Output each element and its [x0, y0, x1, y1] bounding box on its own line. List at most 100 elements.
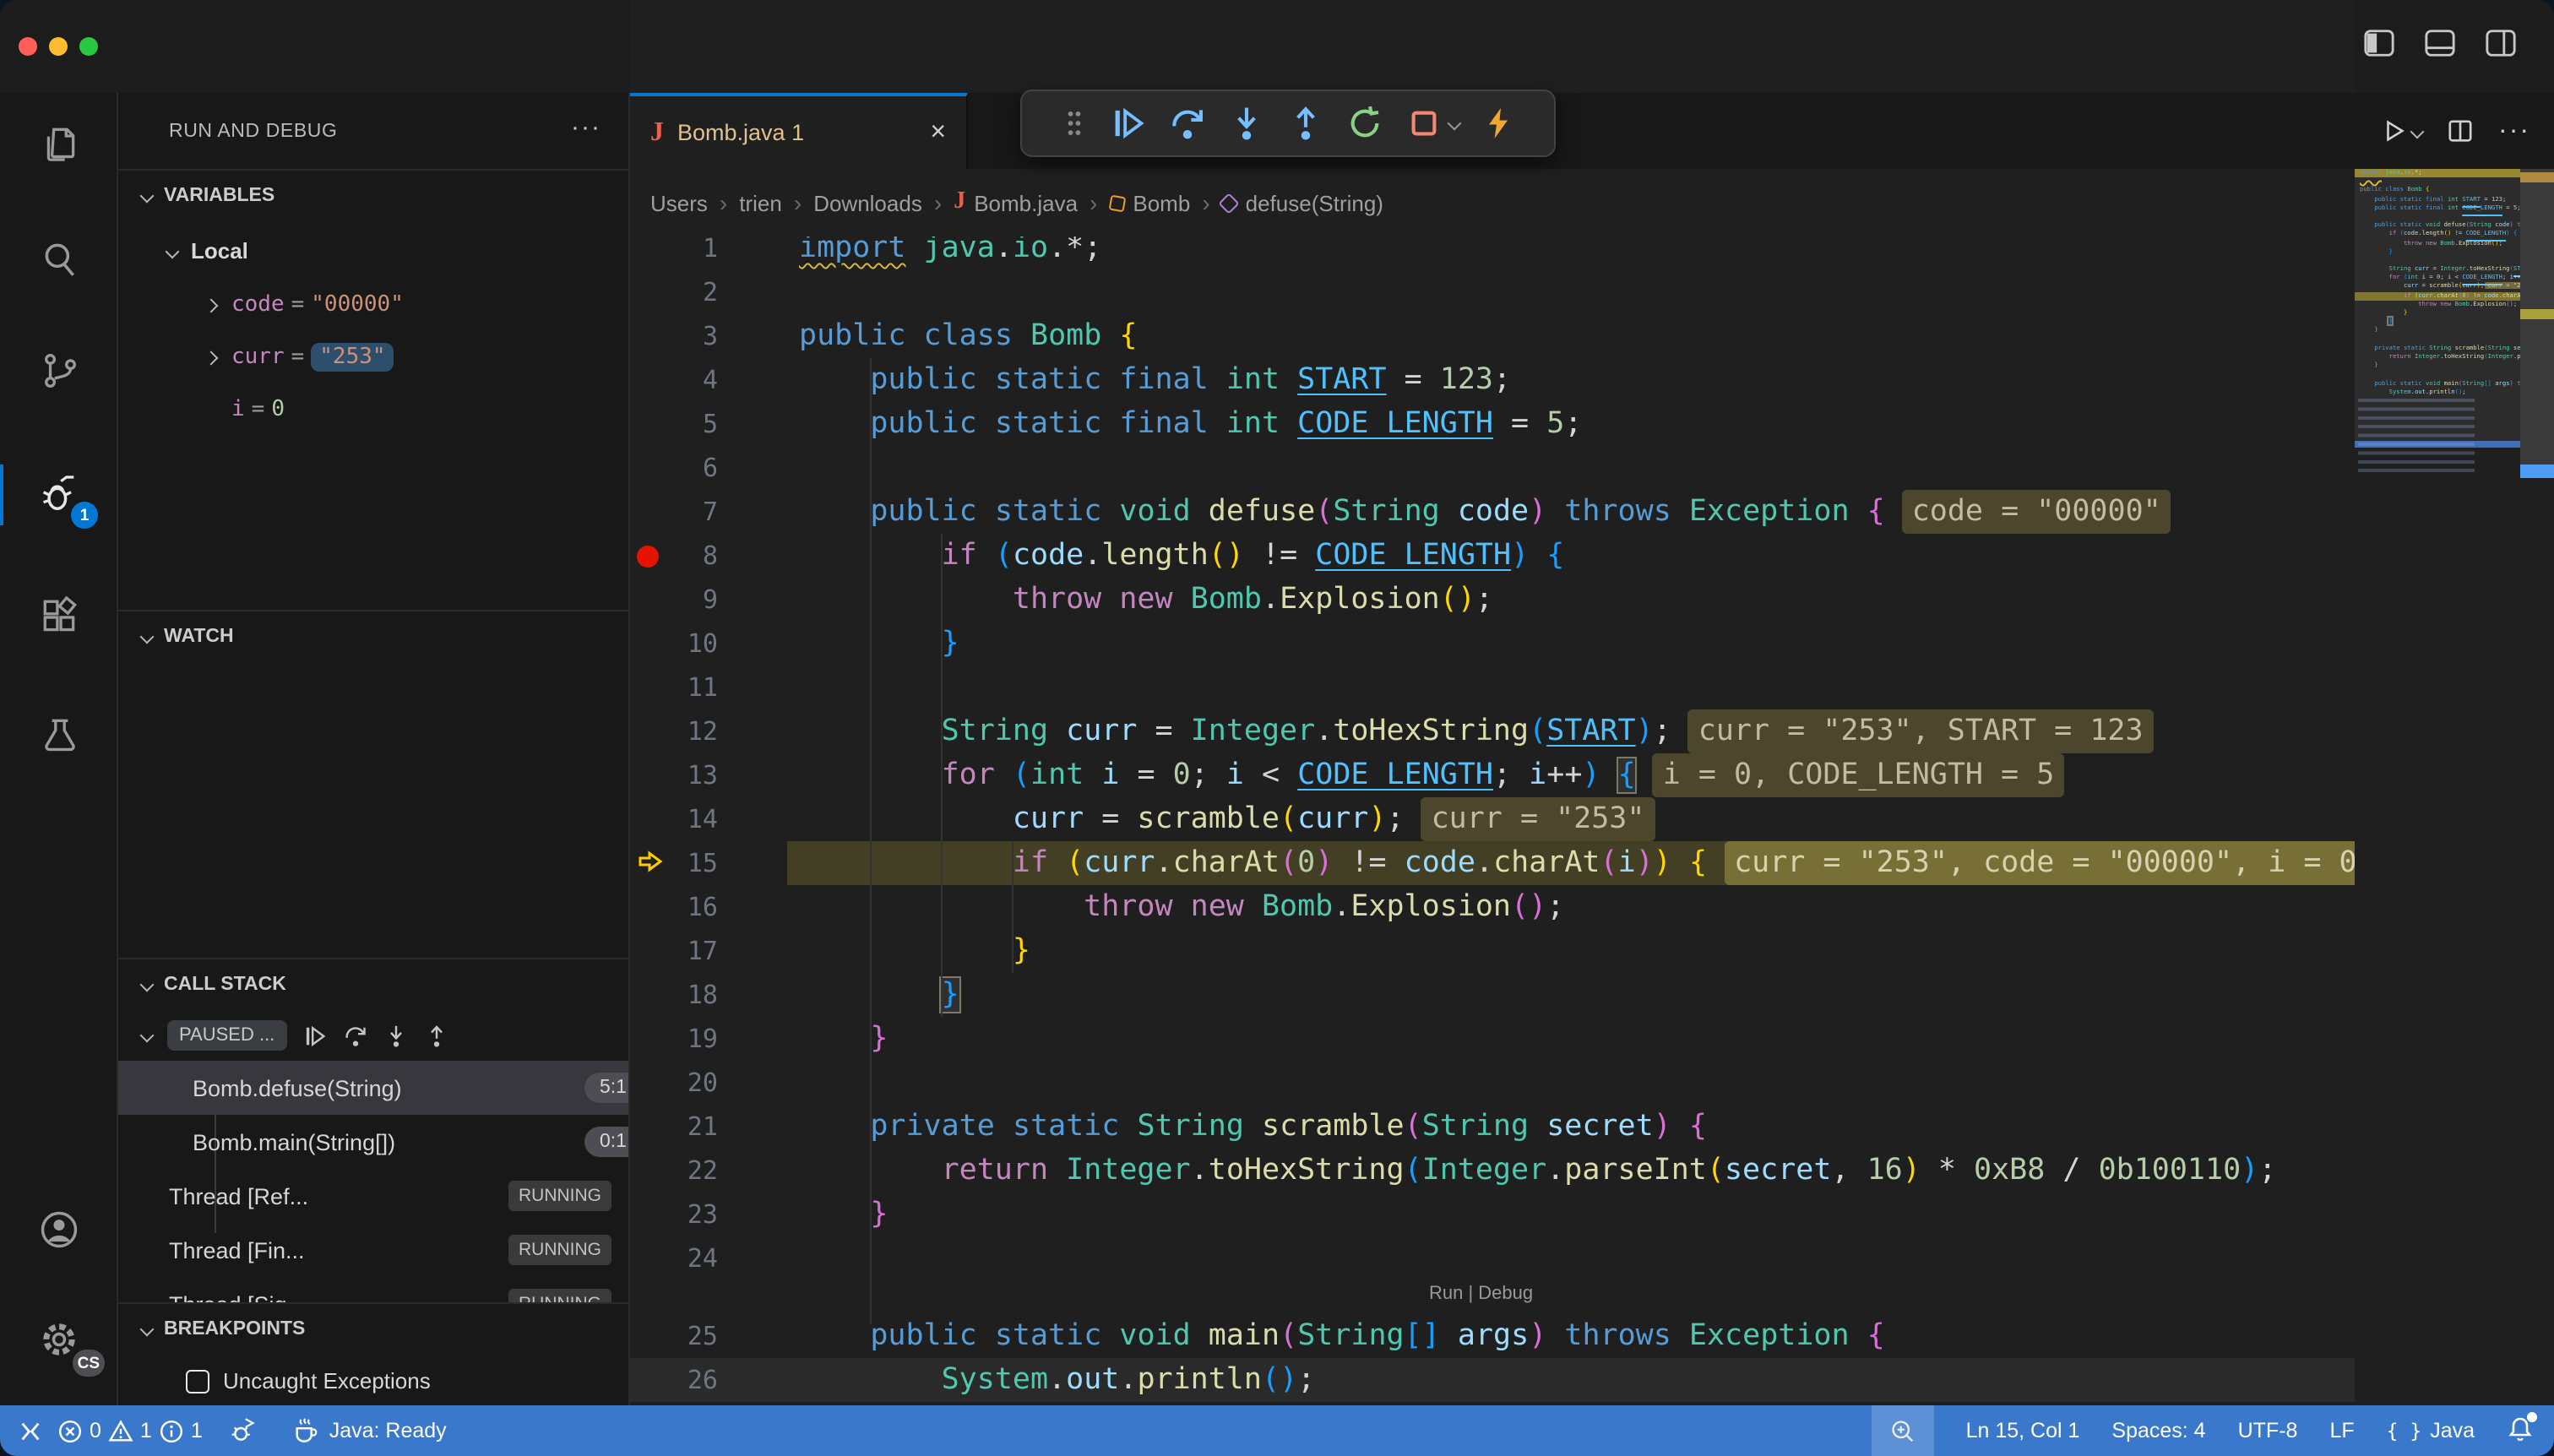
- continue-icon[interactable]: [302, 1023, 327, 1048]
- scrollbar-thumb[interactable]: [2520, 169, 2554, 473]
- code-line-5[interactable]: 5 public static final int CODE_LENGTH = …: [630, 402, 2355, 446]
- java-cup-icon: [292, 1417, 321, 1444]
- codelens-run-debug[interactable]: Run | Debug: [1429, 1284, 1533, 1304]
- code-line-6[interactable]: 6: [630, 446, 2355, 490]
- thread-row[interactable]: Thread [Sig...RUNNING: [118, 1277, 628, 1302]
- encoding[interactable]: UTF-8: [2238, 1419, 2298, 1442]
- step-over-icon[interactable]: [342, 1023, 367, 1048]
- code-line-21[interactable]: 21 private static String scramble(String…: [630, 1105, 2355, 1149]
- split-editor-icon[interactable]: [2448, 118, 2473, 144]
- code-line-16[interactable]: 16 throw new Bomb.Explosion();: [630, 885, 2355, 929]
- code-line-9[interactable]: 9 throw new Bomb.Explosion();: [630, 578, 2355, 622]
- step-over-button[interactable]: [1169, 105, 1206, 142]
- thread-row[interactable]: PAUSED ...: [118, 1010, 628, 1061]
- variable-row[interactable]: code="00000": [118, 279, 628, 331]
- breadcrumb-label: Bomb.java: [974, 190, 1078, 215]
- code-line-26[interactable]: 26 System.out.println();: [630, 1358, 2355, 1402]
- code-line-11[interactable]: 11: [630, 666, 2355, 709]
- notifications-button[interactable]: [2507, 1415, 2534, 1447]
- code-line-8[interactable]: 8 if (code.length() != CODE_LENGTH) {: [630, 534, 2355, 578]
- drag-handle-icon[interactable]: [1061, 106, 1088, 140]
- java-status[interactable]: Java: Ready: [292, 1417, 447, 1444]
- line-number: 17: [660, 929, 718, 973]
- code-line-14[interactable]: 14 curr = scramble(curr);curr = "253": [630, 797, 2355, 841]
- views-more-actions-button[interactable]: ···: [571, 113, 601, 142]
- code-line-22[interactable]: 22 return Integer.toHexString(Integer.pa…: [630, 1149, 2355, 1193]
- minimize-window-button[interactable]: [49, 36, 68, 55]
- debug-status-icon[interactable]: [230, 1417, 258, 1444]
- code-text: }: [799, 929, 1030, 973]
- thread-row[interactable]: Thread [Ref...RUNNING: [118, 1169, 628, 1223]
- stack-frame-row[interactable]: Bomb.defuse(String)5:1: [118, 1061, 628, 1115]
- zoom-indicator[interactable]: [1872, 1405, 1934, 1456]
- sidebar-item-testing[interactable]: [0, 698, 118, 772]
- stack-frame-row[interactable]: Bomb.main(String[])0:1: [118, 1115, 628, 1169]
- sidebar-item-run-and-debug[interactable]: 1: [0, 458, 118, 532]
- eol-sequence[interactable]: LF: [2329, 1419, 2354, 1442]
- watch-header[interactable]: WATCH: [118, 611, 628, 662]
- sidebar-item-search[interactable]: [0, 221, 118, 296]
- code-line-2[interactable]: 2: [630, 270, 2355, 314]
- continue-button[interactable]: [1110, 105, 1147, 142]
- indentation[interactable]: Spaces: 4: [2111, 1419, 2205, 1442]
- stop-button[interactable]: [1405, 105, 1459, 142]
- variable-row[interactable]: curr="253": [118, 331, 628, 383]
- breadcrumb-item[interactable]: JBomb.java: [954, 189, 1078, 216]
- toggle-secondary-sidebar-icon[interactable]: [2485, 27, 2517, 59]
- code-line-23[interactable]: 23 }: [630, 1193, 2355, 1236]
- breakpoint-row[interactable]: Uncaught Exceptions: [118, 1355, 628, 1405]
- editor-more-actions-button[interactable]: ···: [2498, 116, 2530, 146]
- code-line-18[interactable]: 18 }: [630, 973, 2355, 1017]
- code-line-20[interactable]: 20: [630, 1061, 2355, 1105]
- tab-bomb-java[interactable]: J Bomb.java 1 ×: [630, 93, 968, 169]
- code-line-12[interactable]: 12 String curr = Integer.toHexString(STA…: [630, 709, 2355, 753]
- zoom-window-button[interactable]: [79, 36, 98, 55]
- step-into-button[interactable]: [1228, 105, 1265, 142]
- close-tab-icon[interactable]: ×: [930, 117, 946, 148]
- minimap[interactable]: import java.io.*;public class Bomb { pub…: [2355, 169, 2520, 1405]
- code-line-4[interactable]: 4 public static final int START = 123;: [630, 358, 2355, 402]
- call-stack-header[interactable]: CALL STACK: [118, 959, 628, 1010]
- scrollbar[interactable]: [2520, 169, 2554, 1405]
- minimap-line: public static final int START = 123;: [2360, 195, 2520, 204]
- step-into-icon[interactable]: [383, 1023, 408, 1048]
- variables-header[interactable]: VARIABLES: [118, 171, 628, 221]
- settings-button[interactable]: CS: [0, 1302, 118, 1377]
- code-line-10[interactable]: 10 }: [630, 622, 2355, 666]
- code-line-17[interactable]: 17 }: [630, 929, 2355, 973]
- thread-row[interactable]: Thread [Fin...RUNNING: [118, 1223, 628, 1277]
- code-line-7[interactable]: 7 public static void defuse(String code)…: [630, 490, 2355, 534]
- accounts-button[interactable]: [0, 1193, 118, 1267]
- step-out-icon[interactable]: [423, 1023, 448, 1048]
- breakpoint-checkbox[interactable]: [186, 1369, 209, 1393]
- sidebar-item-source-control[interactable]: [0, 333, 118, 407]
- variable-row[interactable]: i=0: [118, 383, 628, 436]
- breakpoints-header[interactable]: BREAKPOINTS: [118, 1304, 628, 1355]
- remote-indicator-icon[interactable]: [17, 1418, 44, 1443]
- breadcrumb-item[interactable]: Downloads: [813, 190, 922, 215]
- breadcrumb-item[interactable]: trien: [739, 190, 782, 215]
- sidebar-item-extensions[interactable]: [0, 579, 118, 654]
- code-line-13[interactable]: 13 for (int i = 0; i < CODE_LENGTH; i++)…: [630, 753, 2355, 797]
- language-mode[interactable]: { } Java: [2387, 1419, 2475, 1442]
- breadcrumb-item[interactable]: Bomb: [1109, 190, 1190, 215]
- code-line-24[interactable]: 24: [630, 1236, 2355, 1280]
- step-out-button[interactable]: [1287, 105, 1324, 142]
- problems-indicator[interactable]: 0 1 1: [57, 1418, 203, 1443]
- variables-scope-local[interactable]: Local: [118, 225, 628, 277]
- run-java-button[interactable]: [2382, 118, 2422, 144]
- code-line-25[interactable]: 25 public static void main(String[] args…: [630, 1314, 2355, 1358]
- toggle-primary-sidebar-icon[interactable]: [2363, 27, 2395, 59]
- hot-code-replace-button[interactable]: [1481, 105, 1515, 142]
- cursor-position[interactable]: Ln 15, Col 1: [1966, 1419, 2080, 1442]
- restart-button[interactable]: [1346, 105, 1383, 142]
- code-line-3[interactable]: 3public class Bomb {: [630, 314, 2355, 358]
- breadcrumb-item[interactable]: defuse(String): [1222, 190, 1383, 215]
- close-window-button[interactable]: [19, 36, 37, 55]
- code-line-15[interactable]: 15 if (curr.charAt(0) != code.charAt(i))…: [630, 841, 2355, 885]
- breadcrumb-item[interactable]: Users: [650, 190, 708, 215]
- breadcrumb-label: Bomb: [1133, 190, 1190, 215]
- code-line-19[interactable]: 19 }: [630, 1017, 2355, 1061]
- toggle-panel-icon[interactable]: [2424, 27, 2456, 59]
- sidebar-item-explorer[interactable]: [0, 106, 118, 181]
